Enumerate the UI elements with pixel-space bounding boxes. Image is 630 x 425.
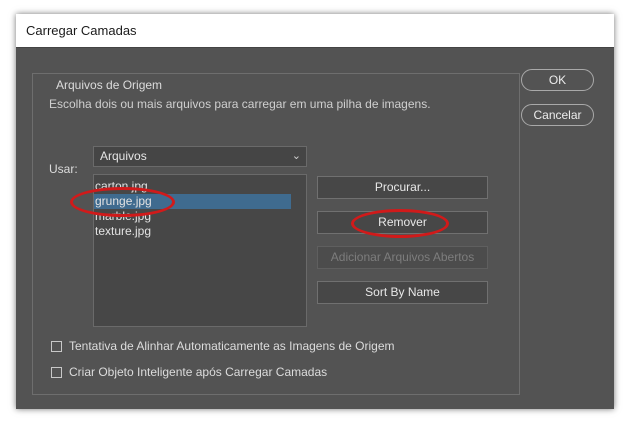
list-item[interactable]: texture.jpg <box>94 224 291 239</box>
align-images-checkbox[interactable] <box>51 341 62 352</box>
load-layers-dialog: Carregar Camadas Arquivos de Origem Esco… <box>16 14 614 409</box>
use-select-value: Arquivos <box>100 149 147 163</box>
use-select[interactable]: Arquivos ⌄ <box>93 146 307 167</box>
ok-button[interactable]: OK <box>521 69 594 91</box>
file-list[interactable]: carton.jpg grunge.jpg marble.jpg texture… <box>93 174 307 327</box>
smart-object-label: Criar Objeto Inteligente após Carregar C… <box>69 365 328 379</box>
source-files-group-title: Arquivos de Origem <box>52 78 167 92</box>
list-item[interactable]: marble.jpg <box>94 209 291 224</box>
smart-object-checkbox[interactable] <box>51 367 62 378</box>
sort-by-name-button[interactable]: Sort By Name <box>317 281 488 304</box>
browse-button[interactable]: Procurar... <box>317 176 488 199</box>
remove-button[interactable]: Remover <box>317 211 488 234</box>
list-item[interactable]: carton.jpg <box>94 179 291 194</box>
align-images-label: Tentativa de Alinhar Automaticamente as … <box>69 339 395 353</box>
cancel-button[interactable]: Cancelar <box>521 104 594 126</box>
add-open-files-button[interactable]: Adicionar Arquivos Abertos <box>317 246 488 269</box>
use-label: Usar: <box>49 162 78 176</box>
list-item[interactable]: grunge.jpg <box>94 194 291 209</box>
source-files-description: Escolha dois ou mais arquivos para carre… <box>49 97 431 111</box>
chevron-down-icon: ⌄ <box>291 150 301 162</box>
dialog-title: Carregar Camadas <box>16 14 614 48</box>
